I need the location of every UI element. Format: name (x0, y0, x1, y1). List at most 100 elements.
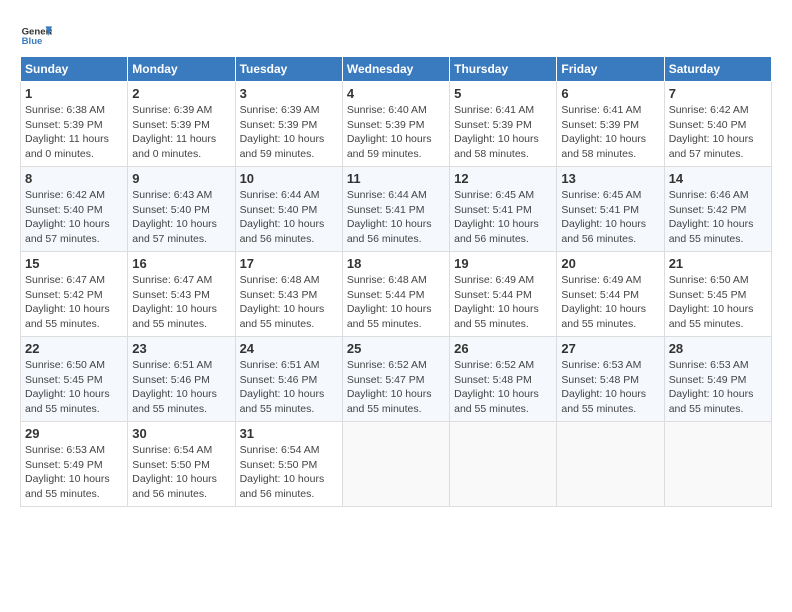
calendar-cell: 25 Sunrise: 6:52 AMSunset: 5:47 PMDayligh… (342, 337, 449, 422)
calendar-header-thursday: Thursday (450, 57, 557, 82)
calendar-cell (664, 422, 771, 507)
calendar-cell: 30 Sunrise: 6:54 AMSunset: 5:50 PMDayligh… (128, 422, 235, 507)
day-number: 29 (25, 426, 123, 441)
calendar-cell: 1 Sunrise: 6:38 AMSunset: 5:39 PMDaylight… (21, 82, 128, 167)
day-info: Sunrise: 6:54 AMSunset: 5:50 PMDaylight:… (132, 443, 230, 502)
day-number: 22 (25, 341, 123, 356)
calendar-cell: 24 Sunrise: 6:51 AMSunset: 5:46 PMDayligh… (235, 337, 342, 422)
day-number: 23 (132, 341, 230, 356)
day-info: Sunrise: 6:50 AMSunset: 5:45 PMDaylight:… (25, 358, 123, 417)
day-info: Sunrise: 6:43 AMSunset: 5:40 PMDaylight:… (132, 188, 230, 247)
day-number: 1 (25, 86, 123, 101)
calendar-cell: 23 Sunrise: 6:51 AMSunset: 5:46 PMDayligh… (128, 337, 235, 422)
page-container: General Blue SundayMondayTuesdayWednesda… (20, 20, 772, 507)
day-info: Sunrise: 6:51 AMSunset: 5:46 PMDaylight:… (240, 358, 338, 417)
calendar-header-monday: Monday (128, 57, 235, 82)
day-number: 25 (347, 341, 445, 356)
general-blue-logo-icon: General Blue (20, 20, 52, 52)
calendar-cell: 16 Sunrise: 6:47 AMSunset: 5:43 PMDayligh… (128, 252, 235, 337)
calendar-cell: 28 Sunrise: 6:53 AMSunset: 5:49 PMDayligh… (664, 337, 771, 422)
day-number: 26 (454, 341, 552, 356)
day-info: Sunrise: 6:41 AMSunset: 5:39 PMDaylight:… (561, 103, 659, 162)
day-info: Sunrise: 6:51 AMSunset: 5:46 PMDaylight:… (132, 358, 230, 417)
calendar-cell: 6 Sunrise: 6:41 AMSunset: 5:39 PMDaylight… (557, 82, 664, 167)
day-number: 5 (454, 86, 552, 101)
calendar-cell (557, 422, 664, 507)
calendar-week-row: 29 Sunrise: 6:53 AMSunset: 5:49 PMDayligh… (21, 422, 772, 507)
calendar-body: 1 Sunrise: 6:38 AMSunset: 5:39 PMDaylight… (21, 82, 772, 507)
calendar-cell: 18 Sunrise: 6:48 AMSunset: 5:44 PMDayligh… (342, 252, 449, 337)
day-info: Sunrise: 6:42 AMSunset: 5:40 PMDaylight:… (25, 188, 123, 247)
day-number: 7 (669, 86, 767, 101)
calendar-cell: 22 Sunrise: 6:50 AMSunset: 5:45 PMDayligh… (21, 337, 128, 422)
calendar-cell: 27 Sunrise: 6:53 AMSunset: 5:48 PMDayligh… (557, 337, 664, 422)
calendar-cell: 20Sunrise: 6:49 AMSunset: 5:44 PMDayligh… (557, 252, 664, 337)
day-info: Sunrise: 6:53 AMSunset: 5:49 PMDaylight:… (25, 443, 123, 502)
day-info: Sunrise: 6:39 AMSunset: 5:39 PMDaylight:… (132, 103, 230, 162)
day-number: 28 (669, 341, 767, 356)
day-number: 11 (347, 171, 445, 186)
calendar-cell: 8 Sunrise: 6:42 AMSunset: 5:40 PMDaylight… (21, 167, 128, 252)
day-info: Sunrise: 6:52 AMSunset: 5:47 PMDaylight:… (347, 358, 445, 417)
day-info: Sunrise: 6:39 AMSunset: 5:39 PMDaylight:… (240, 103, 338, 162)
calendar-cell: 4 Sunrise: 6:40 AMSunset: 5:39 PMDaylight… (342, 82, 449, 167)
day-number: 4 (347, 86, 445, 101)
svg-text:Blue: Blue (22, 36, 43, 47)
calendar-header-sunday: Sunday (21, 57, 128, 82)
day-number: 21 (669, 256, 767, 271)
day-number: 16 (132, 256, 230, 271)
day-number: 20 (561, 256, 659, 271)
calendar-cell: 26Sunrise: 6:52 AMSunset: 5:48 PMDayligh… (450, 337, 557, 422)
calendar-table: SundayMondayTuesdayWednesdayThursdayFrid… (20, 56, 772, 507)
calendar-week-row: 15 Sunrise: 6:47 AMSunset: 5:42 PMDayligh… (21, 252, 772, 337)
day-info: Sunrise: 6:48 AMSunset: 5:44 PMDaylight:… (347, 273, 445, 332)
calendar-cell: 5Sunrise: 6:41 AMSunset: 5:39 PMDaylight… (450, 82, 557, 167)
day-info: Sunrise: 6:44 AMSunset: 5:40 PMDaylight:… (240, 188, 338, 247)
calendar-header-tuesday: Tuesday (235, 57, 342, 82)
calendar-cell: 9 Sunrise: 6:43 AMSunset: 5:40 PMDaylight… (128, 167, 235, 252)
day-info: Sunrise: 6:50 AMSunset: 5:45 PMDaylight:… (669, 273, 767, 332)
day-info: Sunrise: 6:40 AMSunset: 5:39 PMDaylight:… (347, 103, 445, 162)
day-number: 2 (132, 86, 230, 101)
calendar-cell: 13Sunrise: 6:45 AMSunset: 5:41 PMDayligh… (557, 167, 664, 252)
day-info: Sunrise: 6:54 AMSunset: 5:50 PMDaylight:… (240, 443, 338, 502)
day-info: Sunrise: 6:49 AMSunset: 5:44 PMDaylight:… (454, 273, 552, 332)
logo: General Blue (20, 20, 52, 52)
calendar-cell: 14Sunrise: 6:46 AMSunset: 5:42 PMDayligh… (664, 167, 771, 252)
calendar-cell (450, 422, 557, 507)
calendar-header-wednesday: Wednesday (342, 57, 449, 82)
calendar-week-row: 8 Sunrise: 6:42 AMSunset: 5:40 PMDaylight… (21, 167, 772, 252)
day-number: 14 (669, 171, 767, 186)
day-number: 8 (25, 171, 123, 186)
day-info: Sunrise: 6:53 AMSunset: 5:48 PMDaylight:… (561, 358, 659, 417)
day-info: Sunrise: 6:45 AMSunset: 5:41 PMDaylight:… (561, 188, 659, 247)
calendar-cell: 21 Sunrise: 6:50 AMSunset: 5:45 PMDayligh… (664, 252, 771, 337)
day-info: Sunrise: 6:38 AMSunset: 5:39 PMDaylight:… (25, 103, 123, 162)
calendar-header-saturday: Saturday (664, 57, 771, 82)
calendar-header-row: SundayMondayTuesdayWednesdayThursdayFrid… (21, 57, 772, 82)
calendar-cell: 15 Sunrise: 6:47 AMSunset: 5:42 PMDayligh… (21, 252, 128, 337)
day-number: 27 (561, 341, 659, 356)
header: General Blue (20, 20, 772, 52)
day-number: 6 (561, 86, 659, 101)
day-number: 30 (132, 426, 230, 441)
day-number: 9 (132, 171, 230, 186)
day-info: Sunrise: 6:42 AMSunset: 5:40 PMDaylight:… (669, 103, 767, 162)
calendar-cell: 2 Sunrise: 6:39 AMSunset: 5:39 PMDaylight… (128, 82, 235, 167)
day-info: Sunrise: 6:48 AMSunset: 5:43 PMDaylight:… (240, 273, 338, 332)
day-info: Sunrise: 6:53 AMSunset: 5:49 PMDaylight:… (669, 358, 767, 417)
day-number: 12 (454, 171, 552, 186)
day-number: 3 (240, 86, 338, 101)
day-number: 24 (240, 341, 338, 356)
day-number: 31 (240, 426, 338, 441)
day-number: 18 (347, 256, 445, 271)
day-number: 15 (25, 256, 123, 271)
calendar-week-row: 1 Sunrise: 6:38 AMSunset: 5:39 PMDaylight… (21, 82, 772, 167)
calendar-cell (342, 422, 449, 507)
calendar-week-row: 22 Sunrise: 6:50 AMSunset: 5:45 PMDayligh… (21, 337, 772, 422)
calendar-cell: 10Sunrise: 6:44 AMSunset: 5:40 PMDayligh… (235, 167, 342, 252)
day-info: Sunrise: 6:47 AMSunset: 5:42 PMDaylight:… (25, 273, 123, 332)
day-info: Sunrise: 6:47 AMSunset: 5:43 PMDaylight:… (132, 273, 230, 332)
day-info: Sunrise: 6:45 AMSunset: 5:41 PMDaylight:… (454, 188, 552, 247)
day-number: 19 (454, 256, 552, 271)
